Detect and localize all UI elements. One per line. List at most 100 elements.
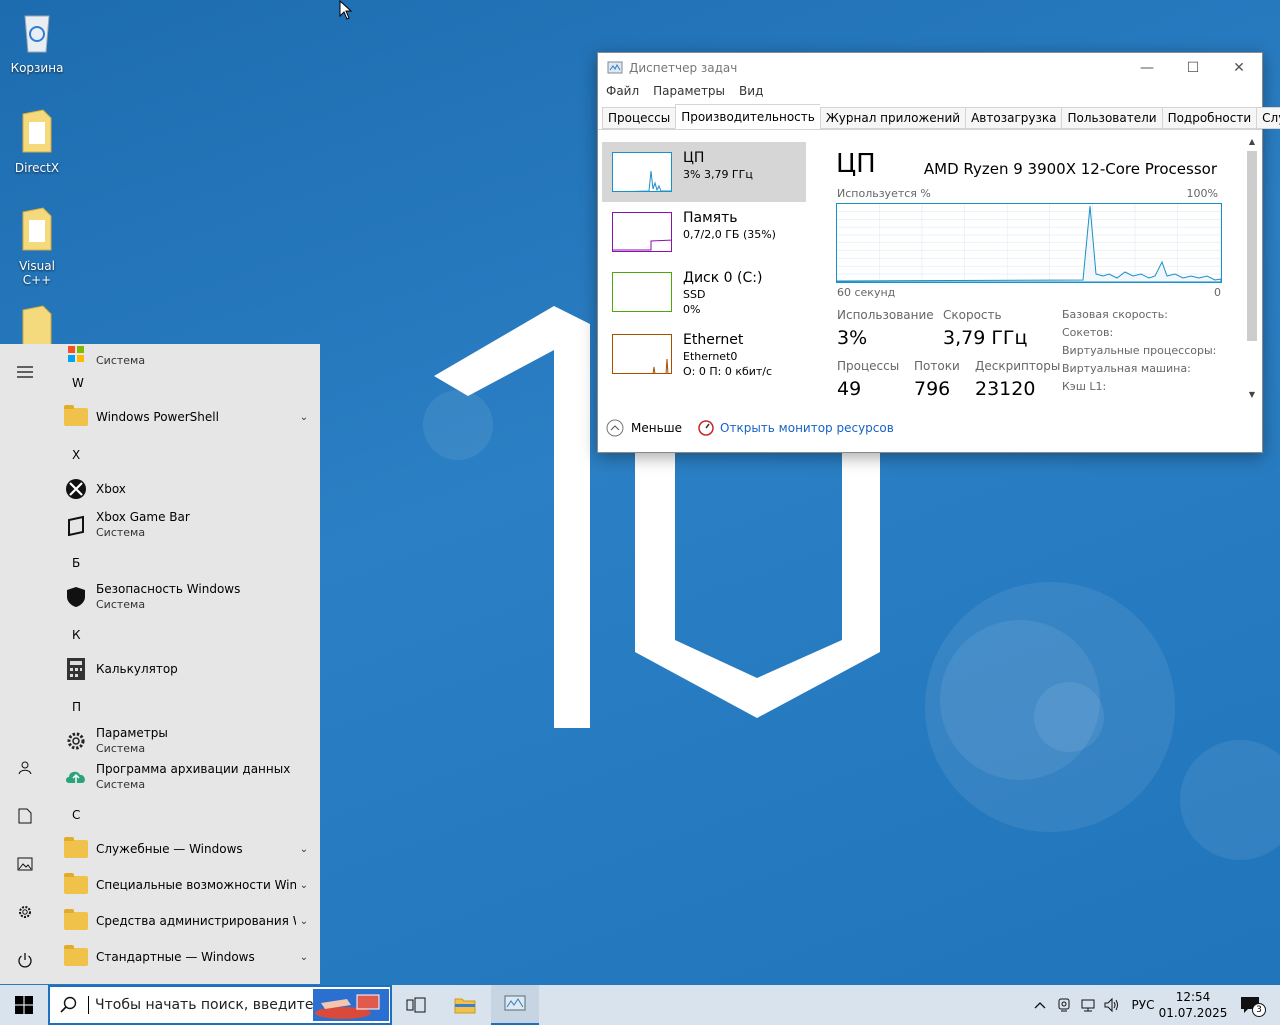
- vertical-scrollbar[interactable]: ▲ ▼: [1246, 137, 1258, 399]
- hamburger-menu-icon[interactable]: [13, 360, 37, 384]
- window-title: Диспетчер задач: [629, 61, 738, 75]
- network-button[interactable]: [1077, 985, 1099, 1025]
- backup-cloud-icon: [64, 765, 88, 789]
- app-subtitle: Система: [96, 778, 146, 791]
- volume-button[interactable]: [1101, 985, 1123, 1025]
- usage-label: Использование: [837, 308, 934, 322]
- folder-icon: [22, 109, 52, 153]
- chevron-down-icon: ⌄: [299, 879, 309, 891]
- show-hidden-icons-button[interactable]: [1030, 985, 1050, 1025]
- list-item[interactable]: Система: [50, 344, 312, 372]
- handles-value: 23120: [975, 378, 1036, 400]
- section-letter[interactable]: W: [72, 376, 84, 390]
- sidebar-item-ethernet[interactable]: Ethernet Ethernet0 О: 0 П: 0 кбит/с: [602, 324, 806, 384]
- task-view-button[interactable]: [392, 985, 440, 1025]
- recycle-bin-icon[interactable]: Корзина: [4, 8, 70, 75]
- task-manager-window: Диспетчер задач — ☐ ✕ Файл Параметры Вид…: [597, 52, 1280, 453]
- scroll-up-arrow-icon[interactable]: ▲: [1246, 137, 1258, 149]
- desktop-icon-label: DirectX: [14, 161, 60, 175]
- folder-icon: [64, 837, 88, 861]
- list-item[interactable]: Xbox Game Bar Система: [50, 507, 312, 543]
- sidebar-detail: 0%: [683, 303, 701, 316]
- tab-startup[interactable]: Автозагрузка: [965, 107, 1062, 129]
- app-name: Безопасность Windows: [96, 582, 241, 596]
- list-item[interactable]: Специальные возможности Win... ⌄: [50, 867, 312, 903]
- list-item[interactable]: Калькулятор: [50, 651, 312, 687]
- app-name: Xbox Game Bar: [96, 510, 190, 524]
- search-input[interactable]: Чтобы начать поиск, введите з: [95, 997, 313, 1013]
- menu-file[interactable]: Файл: [606, 84, 639, 104]
- task-manager-taskbar-button[interactable]: [491, 985, 539, 1025]
- desktop-icon-label: Корзина: [10, 61, 64, 75]
- file-explorer-button[interactable]: [441, 985, 489, 1025]
- section-letter[interactable]: П: [72, 700, 81, 714]
- documents-icon[interactable]: [13, 804, 37, 828]
- sidebar-item-memory[interactable]: Память 0,7/2,0 ГБ (35%): [602, 202, 806, 262]
- usage-value: 3%: [837, 327, 868, 349]
- tray-icon[interactable]: [1053, 985, 1075, 1025]
- minimize-button[interactable]: —: [1124, 53, 1170, 83]
- list-item[interactable]: Параметры Система: [50, 723, 312, 759]
- folder-icon: [64, 405, 88, 429]
- input-language-button[interactable]: РУС: [1126, 985, 1160, 1025]
- sidebar-item-cpu[interactable]: ЦП 3% 3,79 ГГц: [602, 142, 806, 202]
- settings-gear-icon[interactable]: [13, 900, 37, 924]
- recycle-bin-icon: [24, 15, 50, 53]
- section-letter[interactable]: X: [72, 448, 80, 462]
- section-letter[interactable]: С: [72, 808, 80, 822]
- app-name: Специальные возможности Win...: [96, 877, 296, 892]
- list-item[interactable]: Xbox: [50, 471, 312, 507]
- tab-app-history[interactable]: Журнал приложений: [819, 107, 966, 129]
- visual-cpp-folder[interactable]: Visual C++: [4, 206, 70, 287]
- directx-folder[interactable]: DirectX: [4, 108, 70, 175]
- ethernet-thumbnail-graph: [612, 334, 672, 374]
- sidebar-detail: 3% 3,79 ГГц: [683, 168, 753, 181]
- menu-options[interactable]: Параметры: [653, 84, 725, 104]
- open-resource-monitor-link[interactable]: Открыть монитор ресурсов: [720, 421, 894, 435]
- base-speed-label: Базовая скорость:: [1062, 308, 1168, 321]
- list-item[interactable]: Служебные — Windows ⌄: [50, 831, 312, 867]
- close-button[interactable]: ✕: [1216, 53, 1262, 83]
- shield-icon: [64, 585, 88, 609]
- chevron-up-circle-icon[interactable]: [606, 419, 624, 437]
- list-item[interactable]: Windows PowerShell ⌄: [50, 399, 312, 435]
- section-letter[interactable]: К: [72, 628, 81, 642]
- clock[interactable]: 12:54 01.07.2025: [1159, 985, 1228, 1025]
- search-box[interactable]: Чтобы начать поиск, введите з: [48, 985, 392, 1025]
- tab-users[interactable]: Пользователи: [1061, 107, 1162, 129]
- taskbar: Чтобы начать поиск, введите з РУС 12:54 …: [0, 985, 1280, 1025]
- tab-performance[interactable]: Производительность: [675, 104, 820, 129]
- tab-services[interactable]: Службы: [1256, 107, 1280, 129]
- tab-processes[interactable]: Процессы: [602, 107, 676, 129]
- maximize-button[interactable]: ☐: [1170, 53, 1216, 83]
- cpu-thumbnail-graph: [612, 152, 672, 192]
- power-icon[interactable]: [13, 948, 37, 972]
- list-item[interactable]: Программа архивации данных Система: [50, 759, 312, 795]
- user-account-icon[interactable]: [13, 756, 37, 780]
- tab-details[interactable]: Подробности: [1161, 107, 1257, 129]
- list-item[interactable]: Безопасность Windows Система: [50, 579, 312, 615]
- list-item[interactable]: Стандартные — Windows ⌄: [50, 939, 312, 975]
- sidebar-item-disk[interactable]: Диск 0 (C:) SSD 0%: [602, 262, 806, 322]
- windows-logo-icon: [15, 996, 33, 1014]
- app-name: Xbox: [96, 481, 126, 496]
- speed-label: Скорость: [943, 308, 1002, 322]
- xbox-icon: [64, 477, 88, 501]
- action-center-button[interactable]: 3: [1230, 985, 1270, 1025]
- speaker-icon: [1104, 997, 1118, 1013]
- start-menu: Система W Windows PowerShell ⌄ X Xbox Xb…: [0, 344, 320, 984]
- fewer-details-button[interactable]: Меньше: [631, 421, 682, 435]
- scrollbar-thumb[interactable]: [1247, 151, 1257, 341]
- folder-icon: [64, 945, 88, 969]
- pictures-icon[interactable]: [13, 852, 37, 876]
- menu-view[interactable]: Вид: [739, 84, 763, 104]
- resource-monitor-icon: [698, 420, 714, 436]
- scroll-down-arrow-icon[interactable]: ▼: [1246, 390, 1258, 399]
- graph-time-label: 60 секунд: [837, 286, 896, 299]
- section-letter[interactable]: Б: [72, 556, 80, 570]
- start-button[interactable]: [0, 985, 48, 1025]
- sidebar-title: Память: [683, 210, 738, 226]
- list-item[interactable]: Средства администрирования W... ⌄: [50, 903, 312, 939]
- bg-bubble: [1180, 740, 1280, 860]
- app-name: Параметры: [96, 726, 168, 740]
